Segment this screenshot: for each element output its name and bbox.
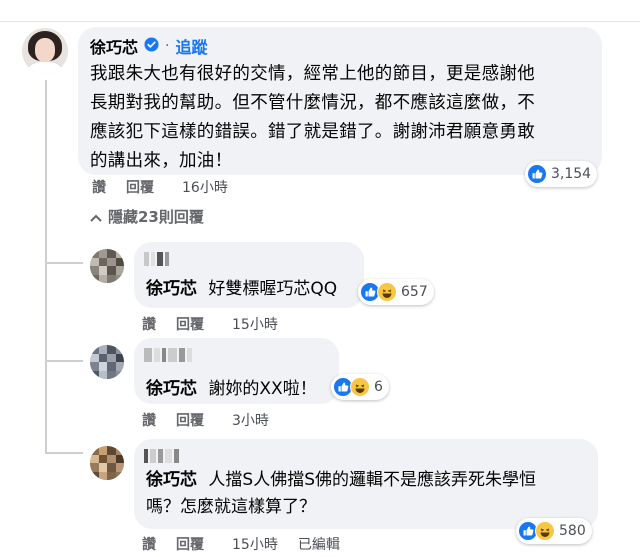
like-button[interactable]: 讚 [92, 177, 106, 197]
reply-avatar[interactable] [90, 446, 124, 480]
blurred-username [144, 252, 169, 266]
like-button[interactable]: 讚 [142, 410, 156, 430]
reply-reactions[interactable]: 6 [331, 374, 389, 400]
haha-reaction-icon [350, 377, 370, 397]
thread-connector [45, 80, 47, 452]
reply-button[interactable]: 回覆 [176, 314, 204, 334]
reply-body: 謝妳的XX啦！ [208, 379, 317, 399]
reply-button[interactable]: 回覆 [176, 410, 204, 430]
avatar-body [27, 61, 63, 74]
like-button[interactable]: 讚 [142, 534, 156, 554]
main-reactions[interactable]: 3,154 [525, 161, 598, 187]
reply-actions: 讚 回覆 3小時 [142, 410, 289, 430]
reaction-count: 580 [559, 523, 586, 539]
thread-connector-branch [45, 360, 83, 362]
thread-connector-branch [45, 262, 83, 264]
dot-separator: · [165, 38, 170, 54]
like-button[interactable]: 讚 [142, 314, 156, 334]
reply-button[interactable]: 回覆 [126, 177, 154, 197]
reply-button[interactable]: 回覆 [176, 534, 204, 554]
comment-timestamp[interactable]: 15小時 [232, 314, 278, 334]
mention-tag[interactable]: 徐巧芯 [146, 470, 197, 490]
edited-label[interactable]: 已編輯 [298, 534, 340, 554]
chevron-up-icon [90, 208, 102, 226]
reply-bubble: 徐巧芯 好雙標喔巧芯QQ [134, 242, 364, 308]
author-avatar[interactable] [22, 28, 68, 74]
follow-button[interactable]: 追蹤 [175, 34, 207, 58]
main-comment-line: 的講出來，加油！ [90, 151, 233, 171]
reaction-count: 3,154 [551, 166, 592, 182]
mention-tag[interactable]: 徐巧芯 [146, 279, 197, 299]
reply-text: 徐巧芯 好雙標喔巧芯QQ [146, 274, 337, 299]
haha-reaction-icon [535, 521, 555, 541]
main-comment-line: 長期對我的幫助。但不管什麼情況，都不應該這麼做，不 [90, 93, 535, 113]
main-comment-bubble: 徐巧芯 · 追蹤 我跟朱大也有很好的交情，經常上他的節目，更是感謝他 長期對我的… [78, 27, 602, 175]
haha-reaction-icon [377, 282, 397, 302]
reply-bubble: 徐巧芯 謝妳的XX啦！ [134, 338, 339, 404]
mention-tag[interactable]: 徐巧芯 [146, 379, 197, 399]
comment-timestamp[interactable]: 3小時 [232, 410, 269, 430]
reply-bubble: 徐巧芯 人擋S人佛擋S佛的邏輯不是應該弄死朱學恒 嗎？怎麼就這樣算了？ [134, 439, 598, 529]
like-reaction-icon [527, 164, 547, 184]
comment-timestamp[interactable]: 15小時 [232, 534, 278, 554]
reply-body-continued: 嗎？怎麼就這樣算了？ [146, 497, 316, 517]
reaction-count: 6 [374, 379, 383, 395]
reply-text: 徐巧芯 謝妳的XX啦！ [146, 374, 317, 399]
hide-replies-label: 隱藏23則回覆 [108, 208, 204, 226]
main-comment-text: 我跟朱大也有很好的交情，經常上他的節目，更是感謝他 長期對我的幫助。但不管什麼情… [90, 60, 590, 176]
thread-connector-branch [45, 452, 83, 454]
top-separator [0, 0, 640, 22]
reply-actions: 讚 回覆 15小時 [142, 314, 298, 334]
reply-reactions[interactable]: 657 [358, 279, 434, 305]
verified-badge-icon [144, 36, 159, 56]
reply-text: 徐巧芯 人擋S人佛擋S佛的邏輯不是應該弄死朱學恒 嗎？怎麼就這樣算了？ [146, 467, 536, 521]
comment-author-name[interactable]: 徐巧芯 [90, 34, 138, 58]
comment-timestamp[interactable]: 16小時 [182, 177, 228, 197]
blurred-username [144, 449, 179, 463]
reply-actions: 讚 回覆 15小時 已編輯 [142, 534, 360, 554]
reaction-count: 657 [401, 284, 428, 300]
reply-reactions[interactable]: 580 [516, 518, 592, 544]
blurred-username [144, 348, 192, 362]
reply-body: 好雙標喔巧芯QQ [208, 279, 338, 299]
hide-replies-toggle[interactable]: 隱藏23則回覆 [90, 206, 204, 227]
reply-avatar[interactable] [90, 345, 124, 379]
main-comment-actions: 讚 回覆 16小時 [92, 177, 248, 197]
reply-body: 人擋S人佛擋S佛的邏輯不是應該弄死朱學恒 [208, 470, 536, 490]
reply-avatar[interactable] [90, 249, 124, 283]
avatar-face [35, 38, 55, 62]
main-comment-line: 我跟朱大也有很好的交情，經常上他的節目，更是感謝他 [90, 64, 535, 84]
main-comment-line: 應該犯下這樣的錯誤。錯了就是錯了。謝謝沛君願意勇敢 [90, 122, 535, 142]
